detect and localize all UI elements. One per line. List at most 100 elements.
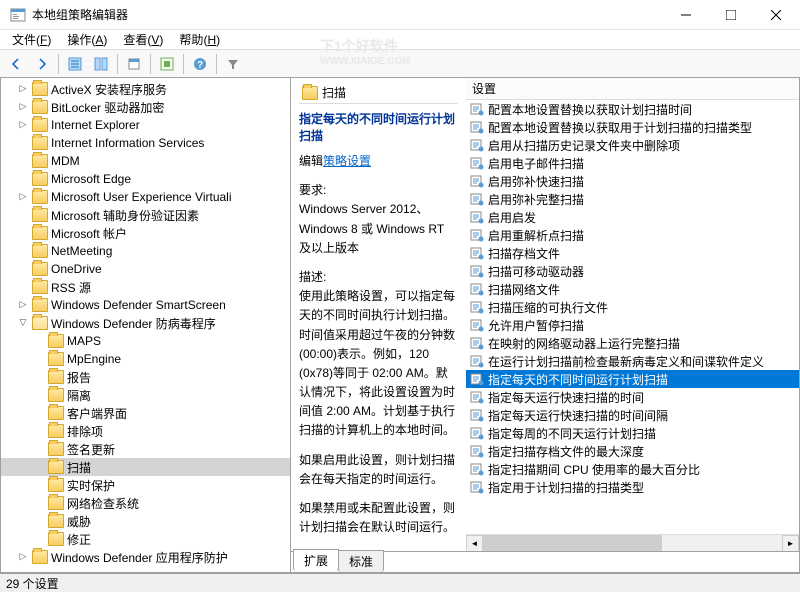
menu-help[interactable]: 帮助(H) — [173, 29, 226, 50]
refresh-button[interactable] — [155, 52, 179, 76]
setting-item[interactable]: 扫描存档文件 — [466, 244, 799, 262]
menu-file[interactable]: 文件(F) — [6, 29, 57, 50]
setting-item[interactable]: 启用弥补快速扫描 — [466, 172, 799, 190]
policy-icon — [470, 372, 484, 386]
toolbar-separator — [58, 54, 59, 74]
expand-icon[interactable]: ▷ — [17, 300, 29, 310]
toolbar-separator — [216, 54, 217, 74]
tree-item[interactable]: ▷Microsoft User Experience Virtuali — [1, 188, 290, 206]
policy-settings-link[interactable]: 策略设置 — [323, 154, 371, 168]
view-list-button[interactable] — [63, 52, 87, 76]
forward-button[interactable] — [30, 52, 54, 76]
setting-item[interactable]: 允许用户暂停扫描 — [466, 316, 799, 334]
description-label: 描述: — [299, 270, 326, 284]
setting-item[interactable]: 在映射的网络驱动器上运行完整扫描 — [466, 334, 799, 352]
policy-icon — [470, 120, 484, 134]
statusbar: 29 个设置 — [0, 573, 800, 592]
tree-item[interactable]: 客户端界面 — [1, 404, 290, 422]
tree-item[interactable]: Microsoft 辅助身份验证因素 — [1, 206, 290, 224]
menu-action[interactable]: 操作(A) — [61, 29, 113, 50]
setting-item[interactable]: 扫描压缩的可执行文件 — [466, 298, 799, 316]
tree-item[interactable]: ▷ ActiveX 安装程序服务 — [1, 80, 290, 98]
minimize-button[interactable] — [663, 0, 708, 29]
filter-button[interactable] — [221, 52, 245, 76]
view-detail-button[interactable] — [89, 52, 113, 76]
tree-item[interactable]: OneDrive — [1, 260, 290, 278]
tree-item[interactable]: 报告 — [1, 368, 290, 386]
properties-button[interactable] — [122, 52, 146, 76]
horizontal-scrollbar[interactable]: ◄ ► — [466, 534, 799, 551]
tree-item-label: ActiveX 安装程序服务 — [51, 81, 167, 98]
setting-item[interactable]: 指定扫描存档文件的最大深度 — [466, 442, 799, 460]
tree-item[interactable]: ▷Windows Defender SmartScreen — [1, 296, 290, 314]
tree-item[interactable]: MpEngine — [1, 350, 290, 368]
setting-item[interactable]: 指定用于计划扫描的扫描类型 — [466, 478, 799, 496]
tree-item[interactable]: MAPS — [1, 332, 290, 350]
setting-item[interactable]: 启用启发 — [466, 208, 799, 226]
policy-icon — [470, 210, 484, 224]
settings-list[interactable]: 配置本地设置替换以获取计划扫描时间配置本地设置替换以获取用于计划扫描的扫描类型启… — [466, 100, 799, 534]
policy-icon — [470, 318, 484, 332]
policy-icon — [470, 174, 484, 188]
expand-icon[interactable]: ▷ — [17, 84, 29, 94]
expand-icon[interactable]: ▷ — [17, 102, 29, 112]
settings-header[interactable]: 设置 — [466, 78, 799, 100]
menu-view[interactable]: 查看(V) — [117, 29, 169, 50]
setting-item[interactable]: 指定每天的不同时间运行计划扫描 — [466, 370, 799, 388]
tree-item-label: MpEngine — [67, 352, 121, 366]
titlebar: 本地组策略编辑器 — [0, 0, 800, 30]
close-button[interactable] — [753, 0, 798, 29]
setting-item[interactable]: 启用重解析点扫描 — [466, 226, 799, 244]
setting-item[interactable]: 启用从扫描历史记录文件夹中删除项 — [466, 136, 799, 154]
scroll-left-button[interactable]: ◄ — [466, 535, 483, 552]
tree-item-label: 扫描 — [67, 459, 91, 476]
setting-item[interactable]: 配置本地设置替换以获取计划扫描时间 — [466, 100, 799, 118]
setting-item[interactable]: 扫描可移动驱动器 — [466, 262, 799, 280]
tree-item[interactable]: RSS 源 — [1, 278, 290, 296]
collapse-icon[interactable]: ▽ — [17, 318, 29, 328]
setting-item[interactable]: 指定扫描期间 CPU 使用率的最大百分比 — [466, 460, 799, 478]
expand-icon[interactable]: ▷ — [17, 120, 29, 130]
setting-item[interactable]: 启用弥补完整扫描 — [466, 190, 799, 208]
tree-item[interactable]: ▽Windows Defender 防病毒程序 — [1, 314, 290, 332]
tree-item[interactable]: NetMeeting — [1, 242, 290, 260]
setting-item[interactable]: 指定每周的不同天运行计划扫描 — [466, 424, 799, 442]
setting-item[interactable]: 指定每天运行快速扫描的时间间隔 — [466, 406, 799, 424]
scroll-right-button[interactable]: ► — [782, 535, 799, 552]
setting-item[interactable]: 配置本地设置替换以获取用于计划扫描的扫描类型 — [466, 118, 799, 136]
setting-item[interactable]: 扫描网络文件 — [466, 280, 799, 298]
tree-item[interactable]: Internet Information Services — [1, 134, 290, 152]
setting-label: 配置本地设置替换以获取计划扫描时间 — [488, 101, 692, 118]
tree-item[interactable]: 排除项 — [1, 422, 290, 440]
expand-icon[interactable]: ▷ — [17, 552, 29, 562]
folder-icon — [48, 460, 64, 474]
tree-item[interactable]: ▷BitLocker 驱动器加密 — [1, 98, 290, 116]
setting-item[interactable]: 指定每天运行快速扫描的时间 — [466, 388, 799, 406]
tree-item[interactable]: 隔离 — [1, 386, 290, 404]
tree-item[interactable]: 网络检查系统 — [1, 494, 290, 512]
folder-icon — [48, 352, 64, 366]
navigation-tree[interactable]: ▷ActiveX 安装程序服务▷BitLocker 驱动器加密▷Internet… — [1, 78, 290, 572]
tree-item[interactable]: 实时保护 — [1, 476, 290, 494]
setting-item[interactable]: 在运行计划扫描前检查最新病毒定义和间谍软件定义 — [466, 352, 799, 370]
policy-icon — [470, 462, 484, 476]
back-button[interactable] — [4, 52, 28, 76]
help-button[interactable]: ? — [188, 52, 212, 76]
tree-item[interactable]: ▷Internet Explorer — [1, 116, 290, 134]
tree-item-label: 隔离 — [67, 387, 91, 404]
folder-icon — [48, 406, 64, 420]
tree-item[interactable]: MDM — [1, 152, 290, 170]
expand-icon[interactable]: ▷ — [17, 192, 29, 202]
tree-item[interactable]: Microsoft Edge — [1, 170, 290, 188]
setting-item[interactable]: 启用电子邮件扫描 — [466, 154, 799, 172]
tree-item[interactable]: Microsoft 帐户 — [1, 224, 290, 242]
maximize-button[interactable] — [708, 0, 753, 29]
tab-extended[interactable]: 扩展 — [293, 549, 339, 571]
tree-item[interactable]: 威胁 — [1, 512, 290, 530]
tree-item[interactable]: 扫描 — [1, 458, 290, 476]
tree-item[interactable]: ▷Windows Defender 应用程序防护 — [1, 548, 290, 566]
tree-item[interactable]: 修正 — [1, 530, 290, 548]
setting-label: 指定用于计划扫描的扫描类型 — [488, 479, 644, 496]
tree-item[interactable]: 签名更新 — [1, 440, 290, 458]
tab-standard[interactable]: 标准 — [338, 550, 384, 572]
